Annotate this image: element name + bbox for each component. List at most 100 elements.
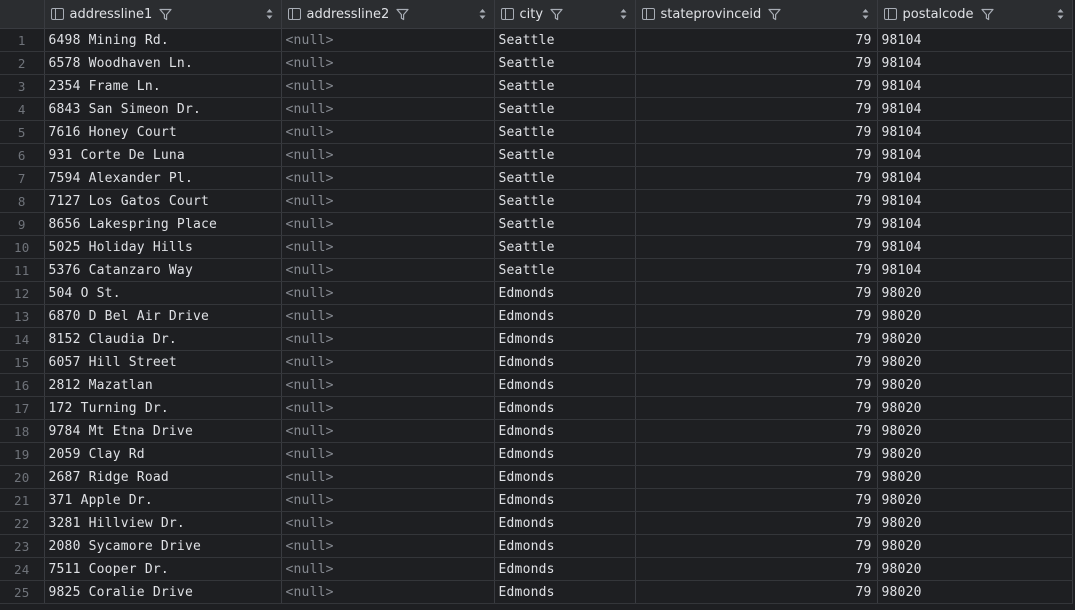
filter-icon[interactable] — [396, 8, 409, 21]
column-header-stateprovinceid[interactable]: stateprovinceid — [635, 0, 878, 29]
cell-addressline2[interactable]: <null> — [281, 534, 495, 558]
cell-stateprovinceid[interactable]: 79 — [635, 97, 878, 121]
cell-postalcode[interactable]: 98020 — [877, 304, 1073, 328]
filter-icon[interactable] — [768, 8, 781, 21]
cell-addressline2[interactable]: <null> — [281, 557, 495, 581]
table-row[interactable]: 21 371 Apple Dr. <null> Edmonds 79 98020 — [0, 488, 1073, 512]
cell-city[interactable]: Seattle — [494, 51, 636, 75]
cell-postalcode[interactable]: 98020 — [877, 419, 1073, 443]
cell-stateprovinceid[interactable]: 79 — [635, 442, 878, 466]
cell-addressline2[interactable]: <null> — [281, 212, 495, 236]
sort-icon[interactable] — [862, 8, 869, 20]
column-header-postalcode[interactable]: postalcode — [877, 0, 1073, 29]
filter-icon[interactable] — [980, 8, 994, 21]
cell-city[interactable]: Edmonds — [494, 350, 636, 374]
cell-city[interactable]: Seattle — [494, 120, 636, 144]
cell-stateprovinceid[interactable]: 79 — [635, 51, 878, 75]
cell-postalcode[interactable]: 98020 — [877, 465, 1073, 489]
cell-postalcode[interactable]: 98104 — [877, 120, 1073, 144]
cell-addressline2[interactable]: <null> — [281, 327, 495, 351]
table-row[interactable]: 17 172 Turning Dr. <null> Edmonds 79 98020 — [0, 396, 1073, 420]
cell-city[interactable]: Edmonds — [494, 396, 636, 420]
cell-stateprovinceid[interactable]: 79 — [635, 258, 878, 282]
table-row[interactable]: 2 6578 Woodhaven Ln. <null> Seattle 79 98104 — [0, 51, 1073, 75]
cell-stateprovinceid[interactable]: 79 — [635, 534, 878, 558]
cell-city[interactable]: Edmonds — [494, 327, 636, 351]
cell-addressline1[interactable]: 2812 Mazatlan — [44, 373, 282, 397]
cell-addressline1[interactable]: 371 Apple Dr. — [44, 488, 282, 512]
cell-addressline2[interactable]: <null> — [281, 465, 495, 489]
sort-icon[interactable] — [266, 8, 273, 20]
cell-addressline1[interactable]: 8152 Claudia Dr. — [44, 327, 282, 351]
cell-postalcode[interactable]: 98020 — [877, 396, 1073, 420]
cell-stateprovinceid[interactable]: 79 — [635, 189, 878, 213]
cell-city[interactable]: Seattle — [494, 212, 636, 236]
cell-addressline1[interactable]: 3281 Hillview Dr. — [44, 511, 282, 535]
cell-addressline2[interactable]: <null> — [281, 580, 495, 604]
cell-addressline1[interactable]: 6870 D Bel Air Drive — [44, 304, 282, 328]
cell-addressline1[interactable]: 6498 Mining Rd. — [44, 28, 282, 52]
cell-addressline1[interactable]: 2687 Ridge Road — [44, 465, 282, 489]
cell-city[interactable]: Edmonds — [494, 488, 636, 512]
cell-addressline2[interactable]: <null> — [281, 350, 495, 374]
cell-addressline1[interactable]: 7594 Alexander Pl. — [44, 166, 282, 190]
cell-city[interactable]: Edmonds — [494, 511, 636, 535]
cell-postalcode[interactable]: 98104 — [877, 212, 1073, 236]
table-row[interactable]: 9 8656 Lakespring Place <null> Seattle 79 981… — [0, 212, 1073, 236]
filter-icon[interactable] — [550, 8, 563, 21]
table-row[interactable]: 8 7127 Los Gatos Court <null> Seattle 79 9810… — [0, 189, 1073, 213]
cell-addressline1[interactable]: 7616 Honey Court — [44, 120, 282, 144]
cell-stateprovinceid[interactable]: 79 — [635, 327, 878, 351]
cell-addressline1[interactable]: 5025 Holiday Hills — [44, 235, 282, 259]
table-row[interactable]: 14 8152 Claudia Dr. <null> Edmonds 79 98020 — [0, 327, 1073, 351]
cell-addressline1[interactable]: 9825 Coralie Drive — [44, 580, 282, 604]
cell-addressline1[interactable]: 931 Corte De Luna — [44, 143, 282, 167]
table-row[interactable]: 12 504 O St. <null> Edmonds 79 98020 — [0, 281, 1073, 305]
cell-stateprovinceid[interactable]: 79 — [635, 235, 878, 259]
cell-postalcode[interactable]: 98020 — [877, 350, 1073, 374]
cell-stateprovinceid[interactable]: 79 — [635, 281, 878, 305]
cell-addressline2[interactable]: <null> — [281, 143, 495, 167]
table-row[interactable]: 11 5376 Catanzaro Way <null> Seattle 79 98104 — [0, 258, 1073, 282]
cell-postalcode[interactable]: 98020 — [877, 327, 1073, 351]
cell-postalcode[interactable]: 98020 — [877, 511, 1073, 535]
sort-icon[interactable] — [620, 8, 627, 20]
cell-stateprovinceid[interactable]: 79 — [635, 28, 878, 52]
cell-addressline2[interactable]: <null> — [281, 120, 495, 144]
cell-stateprovinceid[interactable]: 79 — [635, 350, 878, 374]
cell-postalcode[interactable]: 98104 — [877, 235, 1073, 259]
cell-stateprovinceid[interactable]: 79 — [635, 212, 878, 236]
cell-addressline1[interactable]: 2354 Frame Ln. — [44, 74, 282, 98]
cell-city[interactable]: Seattle — [494, 189, 636, 213]
column-header-city[interactable]: city — [494, 0, 636, 29]
cell-stateprovinceid[interactable]: 79 — [635, 304, 878, 328]
cell-addressline2[interactable]: <null> — [281, 235, 495, 259]
cell-city[interactable]: Seattle — [494, 74, 636, 98]
table-row[interactable]: 25 9825 Coralie Drive <null> Edmonds 79 98020 — [0, 580, 1073, 604]
cell-stateprovinceid[interactable]: 79 — [635, 580, 878, 604]
cell-addressline1[interactable]: 2059 Clay Rd — [44, 442, 282, 466]
table-row[interactable]: 4 6843 San Simeon Dr. <null> Seattle 79 98104 — [0, 97, 1073, 121]
table-row[interactable]: 22 3281 Hillview Dr. <null> Edmonds 79 98020 — [0, 511, 1073, 535]
cell-addressline2[interactable]: <null> — [281, 74, 495, 98]
cell-addressline1[interactable]: 2080 Sycamore Drive — [44, 534, 282, 558]
cell-city[interactable]: Edmonds — [494, 419, 636, 443]
filter-icon[interactable] — [159, 8, 172, 21]
cell-stateprovinceid[interactable]: 79 — [635, 557, 878, 581]
cell-city[interactable]: Seattle — [494, 97, 636, 121]
cell-city[interactable]: Edmonds — [494, 281, 636, 305]
cell-city[interactable]: Seattle — [494, 258, 636, 282]
column-header-addressline2[interactable]: addressline2 — [281, 0, 495, 29]
cell-city[interactable]: Edmonds — [494, 557, 636, 581]
cell-addressline1[interactable]: 6578 Woodhaven Ln. — [44, 51, 282, 75]
cell-addressline2[interactable]: <null> — [281, 166, 495, 190]
cell-stateprovinceid[interactable]: 79 — [635, 465, 878, 489]
cell-city[interactable]: Edmonds — [494, 373, 636, 397]
cell-city[interactable]: Seattle — [494, 28, 636, 52]
cell-addressline2[interactable]: <null> — [281, 189, 495, 213]
table-row[interactable]: 15 6057 Hill Street <null> Edmonds 79 98020 — [0, 350, 1073, 374]
cell-postalcode[interactable]: 98020 — [877, 580, 1073, 604]
cell-postalcode[interactable]: 98020 — [877, 557, 1073, 581]
cell-addressline2[interactable]: <null> — [281, 488, 495, 512]
cell-stateprovinceid[interactable]: 79 — [635, 373, 878, 397]
